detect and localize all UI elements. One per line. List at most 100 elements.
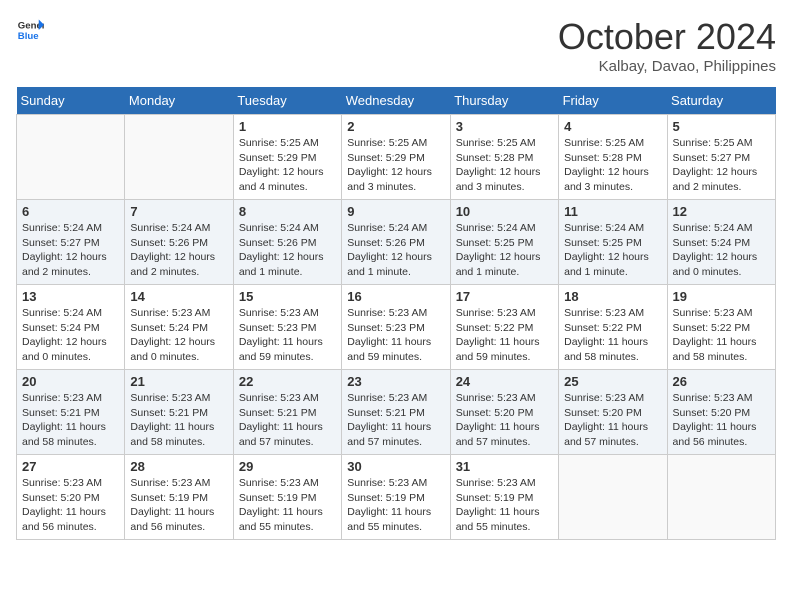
month-title: October 2024 [558,16,776,58]
day-info: Sunrise: 5:25 AMSunset: 5:28 PMDaylight:… [564,136,661,195]
calendar-cell: 3Sunrise: 5:25 AMSunset: 5:28 PMDaylight… [450,115,558,200]
calendar-cell: 17 Sunrise: 5:23 AMSunset: 5:22 PMDayligh… [450,285,558,370]
calendar-cell: 4 Sunrise: 5:25 AMSunset: 5:28 PMDaylight… [559,115,667,200]
calendar-cell: 2 Sunrise: 5:25 AMSunset: 5:29 PMDaylight… [342,115,450,200]
calendar-cell: 28 Sunrise: 5:23 AMSunset: 5:19 PMDayligh… [125,455,233,540]
day-number: 17 [456,289,553,304]
calendar-cell: 19 Sunrise: 5:23 AMSunset: 5:22 PMDayligh… [667,285,775,370]
calendar-cell: 24Sunrise: 5:23 AMSunset: 5:20 PMDayligh… [450,370,558,455]
svg-text:Blue: Blue [18,31,39,42]
day-number: 13 [22,289,119,304]
day-info: Sunrise: 5:23 AMSunset: 5:22 PMDaylight:… [564,306,661,365]
day-info: Sunrise: 5:24 AMSunset: 5:26 PMDaylight:… [347,221,444,280]
calendar-cell: 9Sunrise: 5:24 AMSunset: 5:26 PMDaylight… [342,200,450,285]
day-info: Sunrise: 5:24 AMSunset: 5:26 PMDaylight:… [130,221,227,280]
day-info: Sunrise: 5:23 AMSunset: 5:24 PMDaylight:… [130,306,227,365]
calendar-cell: 13 Sunrise: 5:24 AMSunset: 5:24 PMDayligh… [17,285,125,370]
calendar-cell [667,455,775,540]
page-header: General Blue October 2024 Kalbay, Davao,… [16,16,776,75]
day-number: 2 [347,119,444,134]
day-info: Sunrise: 5:23 AMSunset: 5:23 PMDaylight:… [239,306,336,365]
day-number: 27 [22,459,119,474]
day-number: 4 [564,119,661,134]
calendar-cell: 12 Sunrise: 5:24 AMSunset: 5:24 PMDayligh… [667,200,775,285]
day-number: 14 [130,289,227,304]
day-info: Sunrise: 5:23 AMSunset: 5:20 PMDaylight:… [22,476,119,535]
weekday-header-row: SundayMondayTuesdayWednesdayThursdayFrid… [17,87,776,115]
calendar-cell: 10 Sunrise: 5:24 AMSunset: 5:25 PMDayligh… [450,200,558,285]
weekday-header-cell: Sunday [17,87,125,115]
weekday-header-cell: Thursday [450,87,558,115]
location: Kalbay, Davao, Philippines [558,58,776,75]
calendar-week-row: 20 Sunrise: 5:23 AMSunset: 5:21 PMDayligh… [17,370,776,455]
day-info: Sunrise: 5:25 AMSunset: 5:27 PMDaylight:… [673,136,770,195]
weekday-header-cell: Saturday [667,87,775,115]
day-info: Sunrise: 5:23 AMSunset: 5:19 PMDaylight:… [130,476,227,535]
day-info: Sunrise: 5:23 AMSunset: 5:22 PMDaylight:… [456,306,553,365]
calendar-cell: 31 Sunrise: 5:23 AMSunset: 5:19 PMDayligh… [450,455,558,540]
day-number: 18 [564,289,661,304]
calendar-cell: 15 Sunrise: 5:23 AMSunset: 5:23 PMDayligh… [233,285,341,370]
day-info: Sunrise: 5:25 AMSunset: 5:29 PMDaylight:… [239,136,336,195]
calendar-cell: 25Sunrise: 5:23 AMSunset: 5:20 PMDayligh… [559,370,667,455]
day-info: Sunrise: 5:23 AMSunset: 5:21 PMDaylight:… [239,391,336,450]
calendar-cell: 18 Sunrise: 5:23 AMSunset: 5:22 PMDayligh… [559,285,667,370]
calendar-cell: 7 Sunrise: 5:24 AMSunset: 5:26 PMDaylight… [125,200,233,285]
day-number: 28 [130,459,227,474]
calendar-cell: 23Sunrise: 5:23 AMSunset: 5:21 PMDayligh… [342,370,450,455]
day-info: Sunrise: 5:24 AMSunset: 5:26 PMDaylight:… [239,221,336,280]
calendar-cell: 6 Sunrise: 5:24 AMSunset: 5:27 PMDaylight… [17,200,125,285]
logo-icon: General Blue [16,16,44,44]
calendar-week-row: 13 Sunrise: 5:24 AMSunset: 5:24 PMDayligh… [17,285,776,370]
weekday-header-cell: Wednesday [342,87,450,115]
calendar-cell: 14 Sunrise: 5:23 AMSunset: 5:24 PMDayligh… [125,285,233,370]
day-info: Sunrise: 5:24 AMSunset: 5:24 PMDaylight:… [22,306,119,365]
day-number: 3 [456,119,553,134]
calendar-cell: 22 Sunrise: 5:23 AMSunset: 5:21 PMDayligh… [233,370,341,455]
weekday-header-cell: Friday [559,87,667,115]
calendar-week-row: 1 Sunrise: 5:25 AMSunset: 5:29 PMDaylight… [17,115,776,200]
calendar-cell [17,115,125,200]
day-info: Sunrise: 5:23 AMSunset: 5:19 PMDaylight:… [456,476,553,535]
day-info: Sunrise: 5:23 AMSunset: 5:23 PMDaylight:… [347,306,444,365]
calendar-cell: 29Sunrise: 5:23 AMSunset: 5:19 PMDayligh… [233,455,341,540]
day-number: 26 [673,374,770,389]
calendar-cell: 30Sunrise: 5:23 AMSunset: 5:19 PMDayligh… [342,455,450,540]
calendar-cell: 5 Sunrise: 5:25 AMSunset: 5:27 PMDaylight… [667,115,775,200]
day-number: 11 [564,204,661,219]
day-number: 30 [347,459,444,474]
calendar-cell [559,455,667,540]
calendar-cell: 26Sunrise: 5:23 AMSunset: 5:20 PMDayligh… [667,370,775,455]
day-info: Sunrise: 5:23 AMSunset: 5:20 PMDaylight:… [456,391,553,450]
day-number: 20 [22,374,119,389]
day-number: 1 [239,119,336,134]
title-block: October 2024 Kalbay, Davao, Philippines [558,16,776,75]
day-number: 10 [456,204,553,219]
day-number: 19 [673,289,770,304]
weekday-header-cell: Tuesday [233,87,341,115]
day-number: 6 [22,204,119,219]
day-info: Sunrise: 5:25 AMSunset: 5:29 PMDaylight:… [347,136,444,195]
day-number: 7 [130,204,227,219]
day-number: 8 [239,204,336,219]
day-info: Sunrise: 5:24 AMSunset: 5:25 PMDaylight:… [456,221,553,280]
calendar-cell: 1 Sunrise: 5:25 AMSunset: 5:29 PMDaylight… [233,115,341,200]
day-info: Sunrise: 5:23 AMSunset: 5:21 PMDaylight:… [347,391,444,450]
weekday-header-cell: Monday [125,87,233,115]
day-number: 15 [239,289,336,304]
day-number: 5 [673,119,770,134]
day-number: 21 [130,374,227,389]
day-number: 31 [456,459,553,474]
calendar-week-row: 6 Sunrise: 5:24 AMSunset: 5:27 PMDaylight… [17,200,776,285]
day-number: 22 [239,374,336,389]
day-info: Sunrise: 5:24 AMSunset: 5:27 PMDaylight:… [22,221,119,280]
day-info: Sunrise: 5:24 AMSunset: 5:24 PMDaylight:… [673,221,770,280]
day-info: Sunrise: 5:23 AMSunset: 5:20 PMDaylight:… [564,391,661,450]
day-info: Sunrise: 5:23 AMSunset: 5:21 PMDaylight:… [130,391,227,450]
day-number: 12 [673,204,770,219]
calendar-cell: 11Sunrise: 5:24 AMSunset: 5:25 PMDayligh… [559,200,667,285]
calendar-week-row: 27 Sunrise: 5:23 AMSunset: 5:20 PMDayligh… [17,455,776,540]
calendar-cell [125,115,233,200]
calendar-cell: 20Sunrise: 5:23 AMSunset: 5:21 PMDayligh… [17,370,125,455]
day-info: Sunrise: 5:23 AMSunset: 5:22 PMDaylight:… [673,306,770,365]
